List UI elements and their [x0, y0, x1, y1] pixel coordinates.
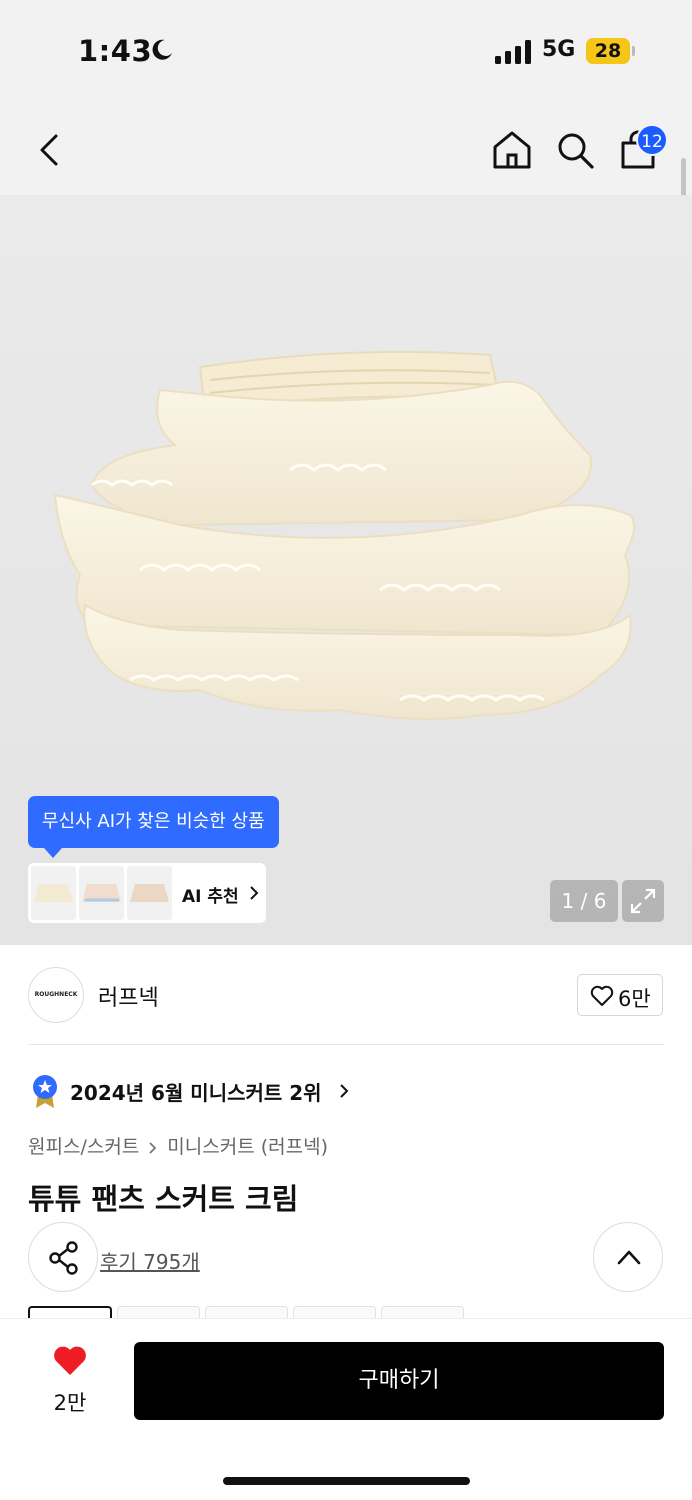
cart-count-badge: 12 [636, 124, 668, 156]
brand-like-count: 6만 [618, 987, 651, 1011]
buy-button[interactable]: 구매하기 [134, 1342, 664, 1420]
back-icon[interactable] [30, 130, 70, 170]
ai-recommend-label: AI 추천 [182, 887, 239, 907]
chevron-up-icon [617, 1250, 641, 1265]
share-icon [49, 1241, 78, 1275]
reviews-link[interactable]: 후기 795개 [100, 1246, 200, 1275]
status-bar: 1:43 5G 28 [0, 0, 692, 100]
breadcrumb: 원피스/스커트 미니스커트 (러프넥) [28, 1132, 328, 1159]
chevron-right-icon [250, 886, 259, 900]
ai-thumbnail[interactable] [79, 866, 124, 920]
expand-button[interactable] [622, 880, 664, 922]
chevron-right-icon [149, 1141, 157, 1154]
moon-icon [152, 39, 172, 60]
battery-tip [632, 46, 635, 56]
ai-tooltip-tail [44, 848, 62, 858]
ai-recommend-card[interactable]: AI 추천 [28, 863, 266, 923]
product-title: 튜튜 팬츠 스커트 크림 [28, 1182, 299, 1216]
heart-outline-icon [590, 985, 614, 1006]
scroll-to-top-button[interactable] [593, 1222, 663, 1292]
network-type: 5G [542, 37, 576, 62]
expand-icon [630, 888, 656, 914]
home-icon[interactable] [492, 130, 532, 170]
brand-logo[interactable]: ROUGHNECK [28, 967, 84, 1023]
status-time: 1:43 [78, 34, 153, 68]
nav-bar [0, 100, 692, 195]
ranking-text: 2024년 6월 미니스커트 2위 [70, 1081, 322, 1105]
breadcrumb-subcategory[interactable]: 미니스커트 (러프넥) [167, 1136, 328, 1158]
signal-icon [495, 40, 531, 64]
breadcrumb-category[interactable]: 원피스/스커트 [28, 1136, 139, 1158]
heart-icon[interactable] [52, 1345, 88, 1377]
battery-icon: 28 [586, 38, 630, 64]
ai-thumbnail[interactable] [127, 866, 172, 920]
divider [28, 1044, 664, 1045]
chevron-right-icon [340, 1084, 349, 1098]
image-counter: 1 / 6 [550, 880, 618, 922]
ranking-medal-icon [33, 1075, 57, 1108]
bottom-action-bar: 2만 구매하기 [0, 1318, 692, 1500]
ai-thumbnail[interactable] [31, 866, 76, 920]
home-indicator [223, 1477, 470, 1485]
ai-similar-tooltip[interactable]: 무신사 AI가 찾은 비슷한 상품 [28, 796, 279, 848]
product-like-count: 2만 [53, 1391, 87, 1415]
share-button[interactable] [28, 1222, 98, 1292]
brand-name[interactable]: 러프넥 [98, 980, 159, 1012]
search-icon[interactable] [555, 130, 595, 170]
brand-like-button[interactable]: 6만 [577, 974, 663, 1016]
